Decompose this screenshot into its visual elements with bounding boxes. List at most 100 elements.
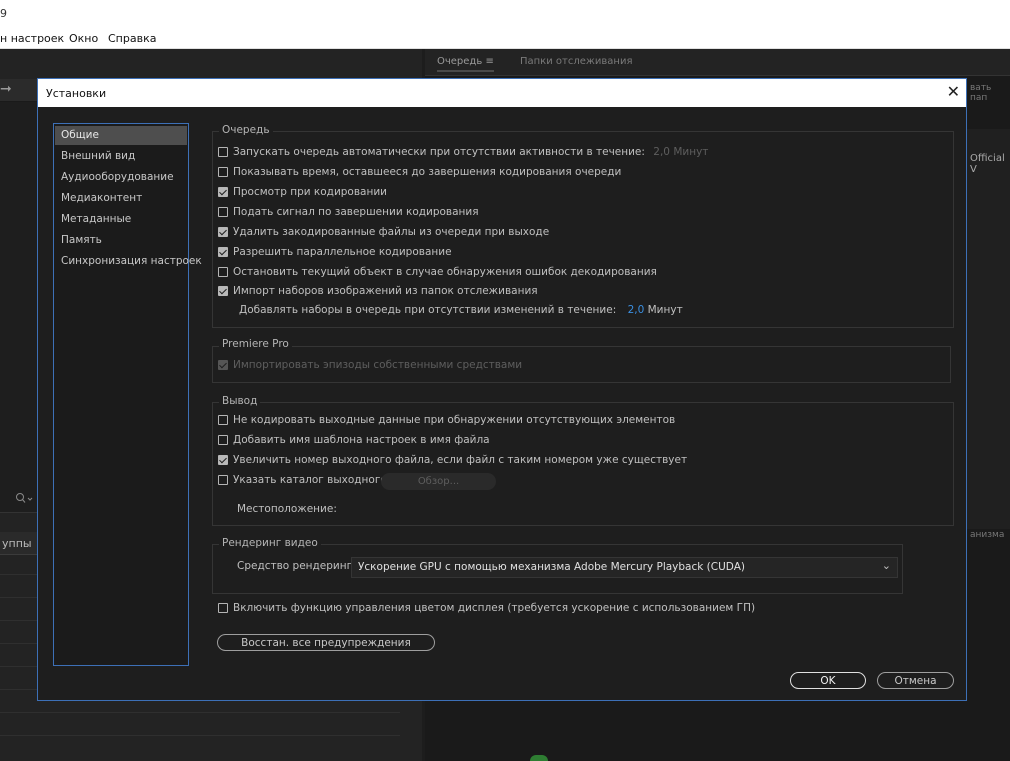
checkbox-label: Добавить имя шаблона настроек в имя файл… [233,434,490,446]
category-label: Внешний вид [61,150,136,162]
signal-on-complete-checkbox[interactable]: Подать сигнал по завершении кодирования [218,206,479,222]
add-sets-delay-row: Добавлять наборы в очередь при отсутстви… [239,304,683,320]
add-sets-value[interactable]: 2,0 [628,304,645,316]
browse-button[interactable]: Обзор... [381,473,496,490]
checkbox-box[interactable] [218,415,228,425]
checkbox-label: Подать сигнал по завершении кодирования [233,206,479,218]
checkbox-box[interactable] [218,187,228,197]
checkbox-box[interactable] [218,207,228,217]
native-import-checkbox[interactable]: Импортировать эпизоды собственными средс… [218,359,522,375]
add-sets-unit: Минут [647,304,683,316]
app-title: 9 [0,7,7,20]
checkbox-label: Включить функцию управления цветом диспл… [233,602,756,614]
peek-text: анизма [970,530,1005,540]
checkbox-label: Остановить текущий объект в случае обнар… [233,266,657,278]
tab-queue[interactable]: Очередь ≡ [437,56,494,72]
show-remaining-time-checkbox[interactable]: Показывать время, оставшееся до завершен… [218,166,621,182]
category-label: Метаданные [61,213,132,225]
location-label: Местоположение: [237,503,337,515]
tab-queue-label: Очередь [437,56,483,67]
menu-help[interactable]: Справка [108,32,156,45]
premiere-group-title: Premiere Pro [219,338,292,350]
peek-text: вать пап [970,83,992,103]
render-group-title: Рендеринг видео [219,537,321,549]
checkbox-box[interactable] [218,227,228,237]
category-sync-settings[interactable]: Синхронизация настроек [55,252,202,271]
category-memory[interactable]: Память [55,231,187,250]
arrow-right-icon[interactable]: ➞ [0,81,12,97]
chevron-down-icon: ⌄ [881,559,891,572]
output-group-title: Вывод [219,395,261,407]
display-color-management-checkbox[interactable]: Включить функцию управления цветом диспл… [218,602,755,618]
checkbox-label: Показывать время, оставшееся до завершен… [233,166,622,178]
list-divider [0,712,400,713]
preferences-dialog: Установки ✕ Общие Внешний вид Аудиообору… [37,78,967,701]
category-label: Общие [61,129,99,141]
groups-column-header[interactable]: уппы [0,532,40,555]
checkbox-box[interactable] [218,603,228,613]
checkbox-box[interactable] [218,147,228,157]
checkbox-label: Удалить закодированные файлы из очереди … [233,226,550,238]
stop-on-decode-error-checkbox[interactable]: Остановить текущий объект в случае обнар… [218,266,657,282]
category-audio-hardware[interactable]: Аудиооборудование [55,168,187,187]
import-image-sets-checkbox[interactable]: Импорт наборов изображений из папок отсл… [218,285,538,301]
search-icon[interactable] [0,489,36,509]
checkbox-label: Увеличить номер выходного файла, если фа… [233,454,688,466]
skip-missing-items-checkbox[interactable]: Не кодировать выходные данные при обнару… [218,414,675,430]
list-divider [0,735,400,736]
auto-start-unit: Минут [673,146,709,158]
category-label: Память [61,234,102,246]
dialog-title: Установки [46,87,107,100]
category-label: Синхронизация настроек [61,255,202,267]
renderer-label: Средство рендеринга: [237,560,363,572]
checkbox-box[interactable] [218,360,228,370]
checkbox-label: Просмотр при кодировании [233,186,387,198]
checkbox-box[interactable] [218,247,228,257]
app-menubar: н настроек Окно Справка [0,30,1010,49]
checkbox-box[interactable] [218,435,228,445]
menu-window[interactable]: Окно [69,32,98,45]
auto-start-value[interactable]: 2,0 [653,146,670,158]
checkbox-box[interactable] [218,267,228,277]
category-appearance[interactable]: Внешний вид [55,147,187,166]
category-label: Аудиооборудование [61,171,174,183]
reset-warnings-button[interactable]: Восстан. все предупреждения [217,634,435,651]
auto-start-queue-checkbox[interactable]: Запускать очередь автоматически при отсу… [218,146,708,162]
app-titlebar: 9 [0,0,1010,30]
parallel-encoding-checkbox[interactable]: Разрешить параллельное кодирование [218,246,452,262]
category-label: Медиаконтент [61,192,143,204]
checkbox-label: Не кодировать выходные данные при обнару… [233,414,676,426]
renderer-select[interactable]: Ускорение GPU с помощью механизма Adobe … [351,557,898,578]
preview-while-encoding-checkbox[interactable]: Просмотр при кодировании [218,186,387,202]
checkbox-box[interactable] [218,167,228,177]
tab-watch-folders[interactable]: Папки отслеживания [520,56,632,67]
renderer-value: Ускорение GPU с помощью механизма Adobe … [358,561,745,573]
remove-encoded-files-checkbox[interactable]: Удалить закодированные файлы из очереди … [218,226,549,242]
ok-button[interactable]: OK [790,672,866,689]
close-icon[interactable]: ✕ [947,82,960,101]
checkbox-box[interactable] [218,455,228,465]
green-indicator [530,755,548,761]
add-sets-label: Добавлять наборы в очередь при отсутстви… [239,304,617,316]
checkbox-box[interactable] [218,475,228,485]
category-media[interactable]: Медиаконтент [55,189,187,208]
category-metadata[interactable]: Метаданные [55,210,187,229]
increment-output-number-checkbox[interactable]: Увеличить номер выходного файла, если фа… [218,454,687,470]
add-preset-name-checkbox[interactable]: Добавить имя шаблона настроек в имя файл… [218,434,490,450]
cancel-button[interactable]: Отмена [877,672,954,689]
category-general[interactable]: Общие [55,126,187,145]
checkbox-label: Разрешить параллельное кодирование [233,246,452,258]
queue-group-title: Очередь [219,124,273,136]
category-list: Общие Внешний вид Аудиооборудование Меди… [53,123,202,666]
menu-icon[interactable]: ≡ [485,56,493,67]
checkbox-box[interactable] [218,286,228,296]
dialog-titlebar: Установки ✕ [38,79,966,107]
menu-settings[interactable]: н настроек [0,32,64,45]
peek-text: Official V [970,153,1005,175]
dialog-body: Общие Внешний вид Аудиооборудование Меди… [38,107,966,700]
groups-column-label: уппы [2,537,32,550]
checkbox-label: Импортировать эпизоды собственными средс… [233,359,523,371]
checkbox-label: Импорт наборов изображений из папок отсл… [233,285,538,297]
checkbox-label: Запускать очередь автоматически при отсу… [233,146,645,158]
right-tabs: Очередь ≡ Папки отслеживания [425,49,1010,76]
